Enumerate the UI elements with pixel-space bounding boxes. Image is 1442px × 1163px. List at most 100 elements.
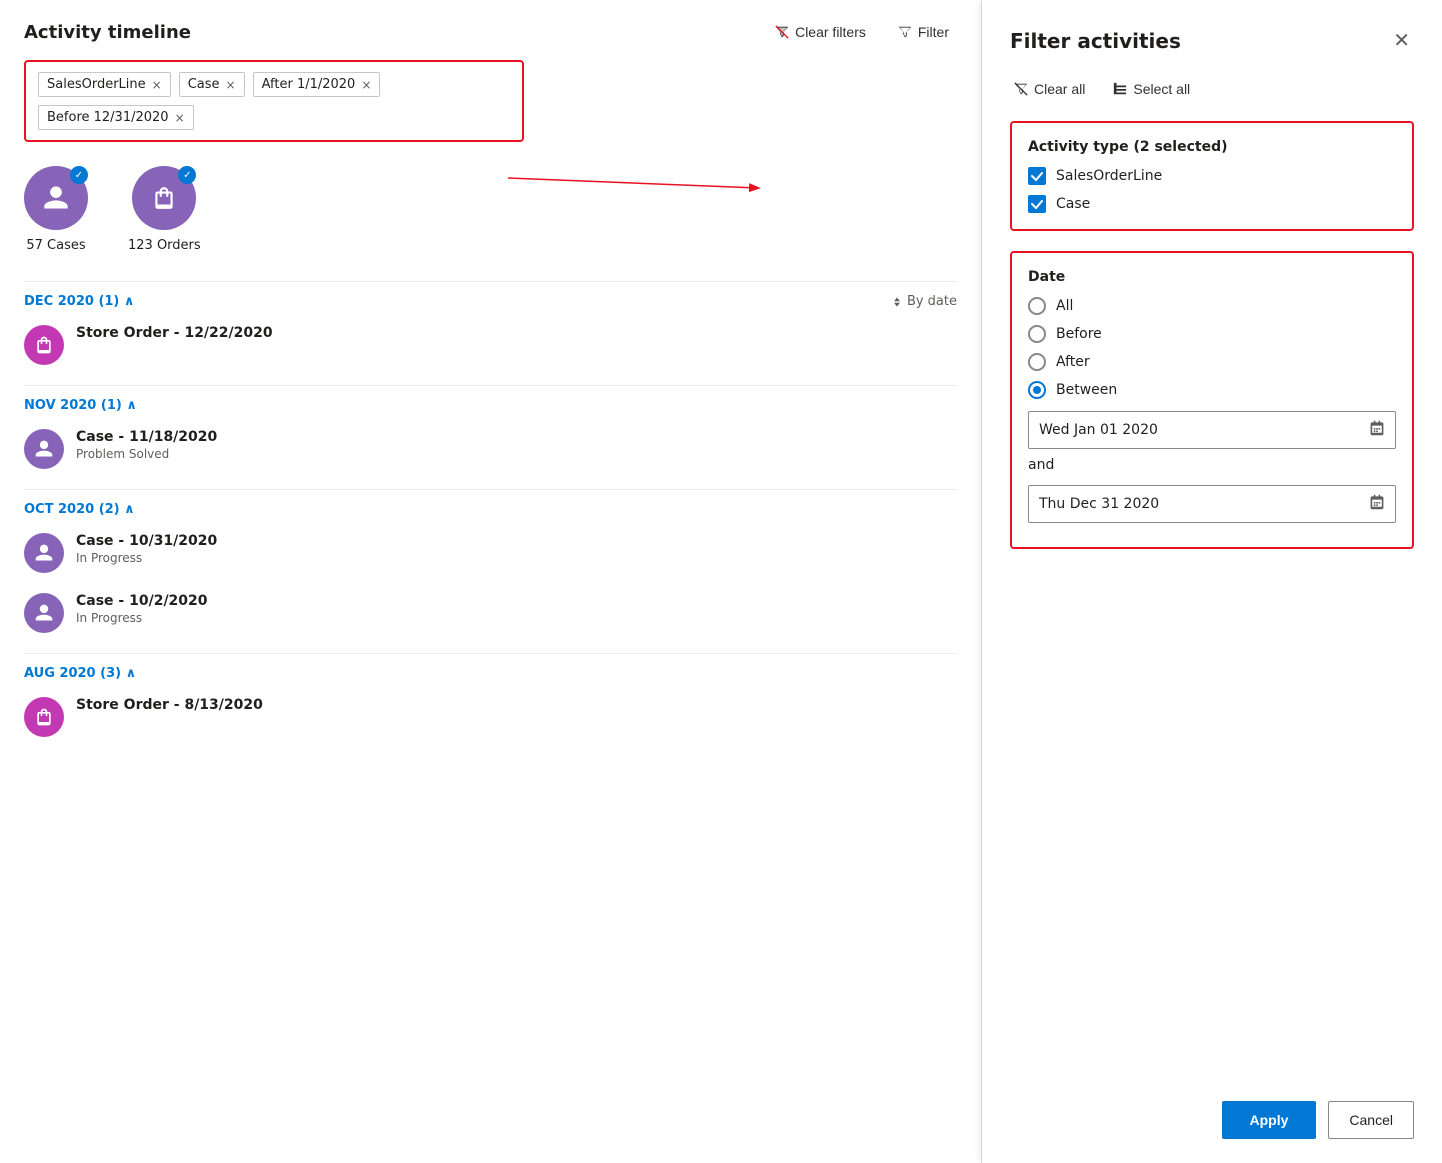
case-oct2-title: Case - 10/2/2020 bbox=[76, 593, 208, 609]
filter-tag-after: After 1/1/2020 × bbox=[253, 72, 381, 97]
calendar-from-icon[interactable] bbox=[1369, 420, 1385, 440]
date-from-row: Wed Jan 01 2020 bbox=[1028, 411, 1396, 449]
store-order-aug-content: Store Order - 8/13/2020 bbox=[76, 697, 263, 713]
date-from-input[interactable]: Wed Jan 01 2020 bbox=[1028, 411, 1396, 449]
case-nov-subtitle: Problem Solved bbox=[76, 447, 217, 461]
sort-icon bbox=[891, 296, 903, 308]
bag-icon-aug bbox=[34, 707, 54, 727]
checkmark-case-icon bbox=[1031, 198, 1043, 210]
by-date-label: By date bbox=[907, 294, 957, 309]
section-dec2020-header: DEC 2020 (1) ∧ By date bbox=[24, 294, 957, 309]
filter-activities-title: Filter activities bbox=[1010, 29, 1181, 53]
tag-case-label: Case bbox=[188, 77, 220, 92]
section-oct2020-title[interactable]: OCT 2020 (2) ∧ bbox=[24, 502, 135, 517]
radio-before-label: Before bbox=[1056, 326, 1102, 342]
checkbox-case-label: Case bbox=[1056, 196, 1090, 212]
section-aug2020-header: AUG 2020 (3) ∧ bbox=[24, 666, 957, 681]
orders-icon-circle: ✓ bbox=[132, 166, 196, 230]
right-panel: Filter activities ✕ Clear all Select all bbox=[982, 0, 1442, 1163]
case-oct1-content: Case - 10/31/2020 In Progress bbox=[76, 533, 217, 565]
close-panel-button[interactable]: ✕ bbox=[1389, 24, 1414, 57]
close-icon: ✕ bbox=[1393, 28, 1410, 53]
select-all-icon bbox=[1113, 82, 1127, 96]
footer-buttons: Apply Cancel bbox=[1010, 1077, 1414, 1139]
orders-label: 123 Orders bbox=[128, 238, 201, 253]
filter-panel-header: Filter activities ✕ bbox=[1010, 24, 1414, 57]
checkbox-case[interactable]: Case bbox=[1028, 195, 1396, 213]
checkbox-salesorderline[interactable]: SalesOrderLine bbox=[1028, 167, 1396, 185]
radio-after[interactable]: After bbox=[1028, 353, 1396, 371]
case-oct1-title: Case - 10/31/2020 bbox=[76, 533, 217, 549]
left-panel: Activity timeline Clear filters Filter bbox=[0, 0, 982, 1163]
case-oct1-avatar bbox=[24, 533, 64, 573]
case-oct2-subtitle: In Progress bbox=[76, 611, 208, 625]
checkbox-salesorderline-box[interactable] bbox=[1028, 167, 1046, 185]
apply-button[interactable]: Apply bbox=[1222, 1101, 1317, 1139]
tag-after-label: After 1/1/2020 bbox=[262, 77, 356, 92]
section-nov2020-title[interactable]: NOV 2020 (1) ∧ bbox=[24, 398, 137, 413]
date-from-value: Wed Jan 01 2020 bbox=[1039, 422, 1158, 438]
radio-before-outer[interactable] bbox=[1028, 325, 1046, 343]
cases-check-badge: ✓ bbox=[70, 166, 88, 184]
left-header-actions: Clear filters Filter bbox=[767, 20, 957, 44]
store-order-dec-title: Store Order - 12/22/2020 bbox=[76, 325, 273, 341]
date-section: Date All Before After Between Wed Jan 01… bbox=[1010, 251, 1414, 549]
checkbox-case-box[interactable] bbox=[1028, 195, 1046, 213]
radio-between[interactable]: Between bbox=[1028, 381, 1396, 399]
radio-all-outer[interactable] bbox=[1028, 297, 1046, 315]
cases-label: 57 Cases bbox=[26, 238, 85, 253]
date-section-title: Date bbox=[1028, 269, 1396, 285]
clear-filters-label: Clear filters bbox=[795, 24, 866, 40]
timeline-item-store-order-aug: Store Order - 8/13/2020 bbox=[24, 697, 957, 737]
case-oct2-content: Case - 10/2/2020 In Progress bbox=[76, 593, 208, 625]
by-date-button[interactable]: By date bbox=[891, 294, 957, 309]
clear-all-label: Clear all bbox=[1034, 81, 1085, 97]
timeline-item-case-nov: Case - 11/18/2020 Problem Solved bbox=[24, 429, 957, 469]
left-header: Activity timeline Clear filters Filter bbox=[24, 20, 957, 44]
tag-case-close[interactable]: × bbox=[226, 79, 236, 91]
bag-icon-sm bbox=[34, 335, 54, 355]
bag-icon bbox=[151, 185, 177, 211]
tag-salesorderline-close[interactable]: × bbox=[152, 79, 162, 91]
store-order-dec-content: Store Order - 12/22/2020 bbox=[76, 325, 273, 341]
calendar-svg bbox=[1369, 420, 1385, 436]
summary-cases: ✓ 57 Cases bbox=[24, 166, 88, 253]
date-to-input[interactable]: Thu Dec 31 2020 bbox=[1028, 485, 1396, 523]
clear-all-button[interactable]: Clear all bbox=[1010, 77, 1089, 101]
radio-before[interactable]: Before bbox=[1028, 325, 1396, 343]
orders-check-badge: ✓ bbox=[178, 166, 196, 184]
summary-orders: ✓ 123 Orders bbox=[128, 166, 201, 253]
date-to-row: Thu Dec 31 2020 bbox=[1028, 485, 1396, 523]
filter-button[interactable]: Filter bbox=[890, 20, 957, 44]
section-aug2020-title[interactable]: AUG 2020 (3) ∧ bbox=[24, 666, 136, 681]
clear-all-icon bbox=[1014, 82, 1028, 96]
calendar-to-icon[interactable] bbox=[1369, 494, 1385, 514]
date-to-value: Thu Dec 31 2020 bbox=[1039, 496, 1159, 512]
checkmark-icon bbox=[1031, 170, 1043, 182]
section-dec2020-title[interactable]: DEC 2020 (1) ∧ bbox=[24, 294, 134, 309]
case-oct1-subtitle: In Progress bbox=[76, 551, 217, 565]
radio-all[interactable]: All bbox=[1028, 297, 1396, 315]
store-order-avatar bbox=[24, 325, 64, 365]
filter-tags-container: SalesOrderLine × Case × After 1/1/2020 ×… bbox=[24, 60, 524, 142]
store-order-aug-title: Store Order - 8/13/2020 bbox=[76, 697, 263, 713]
select-all-button[interactable]: Select all bbox=[1109, 77, 1194, 101]
cases-icon-circle: ✓ bbox=[24, 166, 88, 230]
section-oct2020-header: OCT 2020 (2) ∧ bbox=[24, 502, 957, 517]
filter-label: Filter bbox=[918, 24, 949, 40]
radio-after-outer[interactable] bbox=[1028, 353, 1046, 371]
case-oct2-avatar bbox=[24, 593, 64, 633]
radio-all-label: All bbox=[1056, 298, 1073, 314]
person-icon-oct1 bbox=[34, 543, 54, 563]
cancel-button[interactable]: Cancel bbox=[1328, 1101, 1414, 1139]
person-icon-oct2 bbox=[34, 603, 54, 623]
calendar-to-svg bbox=[1369, 494, 1385, 510]
filter-tag-before: Before 12/31/2020 × bbox=[38, 105, 194, 130]
tag-after-close[interactable]: × bbox=[361, 79, 371, 91]
select-all-label: Select all bbox=[1133, 81, 1190, 97]
case-nov-avatar bbox=[24, 429, 64, 469]
radio-between-outer[interactable] bbox=[1028, 381, 1046, 399]
clear-filters-button[interactable]: Clear filters bbox=[767, 20, 874, 44]
tag-before-label: Before 12/31/2020 bbox=[47, 110, 169, 125]
tag-before-close[interactable]: × bbox=[175, 112, 185, 124]
